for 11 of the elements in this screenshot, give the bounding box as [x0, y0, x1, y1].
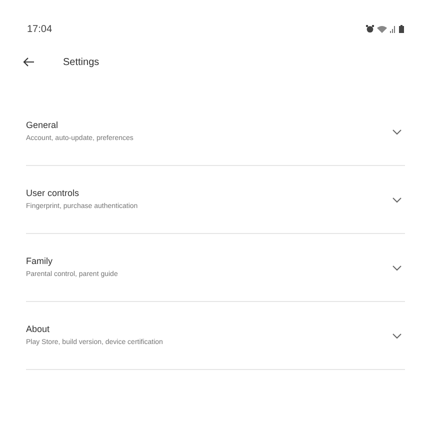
- wifi-icon: [377, 25, 387, 33]
- section-title: General: [26, 118, 60, 132]
- section-title: User controls: [26, 186, 80, 200]
- section-title: Family: [26, 254, 54, 268]
- battery-icon: [399, 25, 404, 33]
- signal-icon: [390, 26, 396, 32]
- page-title: Settings: [63, 56, 100, 70]
- back-button[interactable]: [22, 55, 36, 69]
- alarm-icon: [366, 25, 374, 33]
- section-title: About: [26, 322, 51, 336]
- status-time: 17:04: [27, 22, 52, 36]
